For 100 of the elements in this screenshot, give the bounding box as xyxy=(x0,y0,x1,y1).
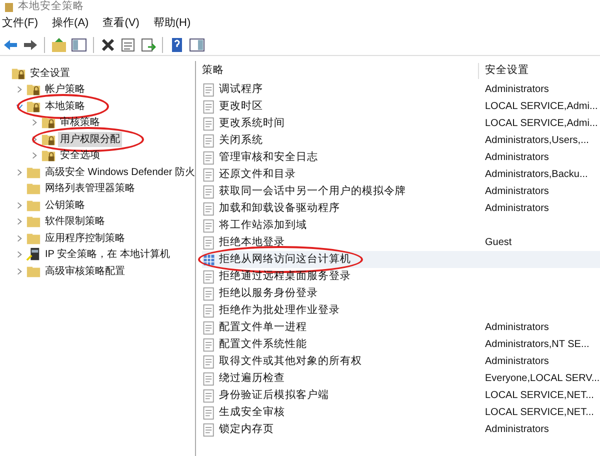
setting-value: LOCAL SERVICE,NET... xyxy=(484,406,594,420)
expand-caret-icon[interactable] xyxy=(30,118,39,128)
tree-item[interactable]: 高级审核策略配置 xyxy=(43,264,127,279)
delete-icon[interactable] xyxy=(100,36,116,52)
expand-caret-icon[interactable] xyxy=(15,85,24,94)
policy-row[interactable]: 拒绝作为批处理作业登录 xyxy=(202,302,600,319)
policy-row[interactable]: 取得文件或其他对象的所有权 Administrators xyxy=(202,353,600,370)
policy-name: 更改系统时间 xyxy=(219,116,285,131)
policy-row[interactable]: 拒绝通过远程桌面服务登录 xyxy=(202,268,600,285)
policy-row[interactable]: 管理审核和安全日志 Administrators xyxy=(202,149,600,166)
folder-icon[interactable] xyxy=(51,36,67,52)
menu-item[interactable]: 操作(A) xyxy=(52,14,89,32)
policy-name: 配置文件单一进程 xyxy=(219,320,307,335)
setting-value: Everyone,LOCAL SERV... xyxy=(484,372,600,386)
action-pane-icon[interactable] xyxy=(189,36,205,52)
policy-row[interactable]: 绕过遍历检查 Everyone,LOCAL SERV... xyxy=(202,370,600,387)
column-header[interactable]: 策略 xyxy=(202,63,478,79)
policy-row[interactable]: 关闭系统 Administrators,Users,... xyxy=(202,132,600,149)
policy-icon xyxy=(202,82,216,96)
policy-row[interactable]: 拒绝以服务身份登录 xyxy=(202,285,600,302)
tree-item[interactable]: 审核策略 xyxy=(58,115,102,130)
tree-item[interactable]: 本地策略 xyxy=(43,98,87,114)
policy-icon xyxy=(202,338,216,352)
tree-item[interactable]: 公钥策略 xyxy=(43,198,87,213)
lock-folder-icon xyxy=(26,82,41,98)
expand-caret-icon[interactable] xyxy=(30,151,39,160)
policy-row[interactable]: 获取同一会话中另一个用户的模拟令牌 Administrators xyxy=(202,183,600,200)
menu-item[interactable]: 帮助(H) xyxy=(153,14,191,32)
policy-row[interactable]: 加载和卸载设备驱动程序 Administrators xyxy=(202,200,600,217)
computer-key-icon xyxy=(26,247,41,262)
policy-row[interactable]: 配置文件单一进程 Administrators xyxy=(202,319,600,336)
expand-caret-icon[interactable] xyxy=(15,217,24,226)
policy-icon xyxy=(202,168,216,182)
policy-icon xyxy=(202,320,216,334)
policy-icon xyxy=(202,184,216,198)
help-icon[interactable] xyxy=(169,36,185,52)
policy-icon xyxy=(202,406,216,420)
policy-name: 拒绝从网络访问这台计算机 xyxy=(219,252,351,267)
lock-folder-icon xyxy=(41,115,56,130)
properties-icon[interactable] xyxy=(120,36,136,52)
policy-name: 更改时区 xyxy=(219,98,263,114)
expand-caret-icon[interactable] xyxy=(15,266,24,276)
tree-item[interactable]: 帐户策略 xyxy=(43,82,87,98)
folder-icon xyxy=(26,181,41,196)
policy-name: 身份验证后模拟客户端 xyxy=(219,388,329,403)
setting-value: LOCAL SERVICE,Admi... xyxy=(484,100,598,114)
policy-name: 拒绝本地登录 xyxy=(219,234,285,250)
policy-name: 管理审核和安全日志 xyxy=(219,150,318,165)
policy-row[interactable]: 更改时区 LOCAL SERVICE,Admi... xyxy=(202,98,600,115)
policy-icon xyxy=(202,304,216,318)
column-header[interactable]: 安全设置 xyxy=(478,63,600,79)
policy-row[interactable]: 配置文件系统性能 Administrators,NT SE... xyxy=(202,336,600,353)
expand-caret-icon[interactable] xyxy=(15,234,24,243)
setting-value: Administrators xyxy=(484,185,549,199)
policy-icon xyxy=(202,354,216,368)
policy-icon xyxy=(202,116,216,130)
policy-name: 生成安全审核 xyxy=(219,404,285,420)
policy-row[interactable]: 锁定内存页 Administrators xyxy=(202,421,600,438)
policy-row[interactable]: 将工作站添加到域 xyxy=(202,217,600,234)
setting-value: Administrators,Backu... xyxy=(484,168,588,182)
setting-value: Administrators xyxy=(484,151,549,165)
folder-icon xyxy=(26,214,41,230)
tree-item[interactable]: 应用程序控制策略 xyxy=(43,230,127,246)
window-title: 本地安全策略 xyxy=(18,1,84,12)
policy-row[interactable]: 拒绝本地登录 Guest xyxy=(202,234,600,251)
policy-name: 配置文件系统性能 xyxy=(219,336,307,352)
policy-name: 还原文件和目录 xyxy=(219,166,296,182)
policy-icon xyxy=(202,236,216,250)
tree-item[interactable]: 软件限制策略 xyxy=(43,214,107,230)
expand-caret-icon[interactable] xyxy=(15,168,24,177)
policy-icon xyxy=(202,100,216,114)
expand-caret-icon[interactable] xyxy=(15,250,24,260)
app-icon xyxy=(4,2,14,12)
tree-item[interactable]: 网络列表管理器策略 xyxy=(43,181,137,196)
policy-row[interactable]: 身份验证后模拟客户端 LOCAL SERVICE,NET... xyxy=(202,387,600,404)
setting-value: Administrators,Users,... xyxy=(484,134,589,148)
tree-item[interactable]: 高级安全 Windows Defender 防火 xyxy=(43,164,195,180)
tree-item[interactable]: IP 安全策略，在 本地计算机 xyxy=(43,247,172,262)
policy-icon xyxy=(202,150,216,164)
setting-value: Administrators,NT SE... xyxy=(484,338,590,352)
pane-toggle-icon[interactable] xyxy=(71,36,87,52)
policy-icon xyxy=(202,134,216,148)
menu-item[interactable]: 文件(F) xyxy=(2,14,38,32)
expand-caret-icon[interactable] xyxy=(15,200,24,210)
policy-name: 调试程序 xyxy=(219,82,263,97)
policy-row[interactable]: 还原文件和目录 Administrators,Backu... xyxy=(202,166,600,183)
setting-value: Guest xyxy=(484,236,512,250)
export-icon[interactable] xyxy=(140,36,156,52)
policy-icon xyxy=(202,270,216,284)
policy-row[interactable]: 拒绝从网络访问这台计算机 xyxy=(202,251,600,268)
policy-row[interactable]: 更改系统时间 LOCAL SERVICE,Admi... xyxy=(202,115,600,132)
setting-value: Administrators xyxy=(484,83,549,97)
setting-value: Administrators xyxy=(484,321,549,335)
tree-item[interactable]: 安全设置 xyxy=(28,66,72,81)
tree-item[interactable]: 安全选项 xyxy=(58,148,102,164)
tree-item[interactable]: 用户权限分配 xyxy=(58,132,122,147)
policy-icon xyxy=(202,218,216,232)
policy-row[interactable]: 调试程序 Administrators xyxy=(202,81,600,98)
menu-item[interactable]: 查看(V) xyxy=(102,14,140,32)
policy-row[interactable]: 生成安全审核 LOCAL SERVICE,NET... xyxy=(202,404,600,421)
